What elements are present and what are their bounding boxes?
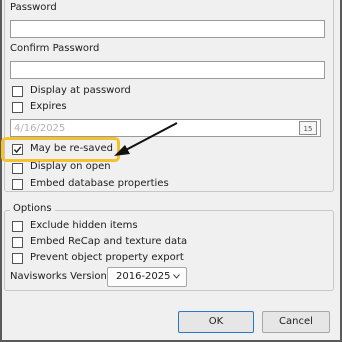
- prevent-export-label: Prevent object property export: [30, 252, 184, 263]
- may-be-resaved-checkbox[interactable]: [12, 144, 23, 155]
- cancel-button[interactable]: Cancel: [262, 311, 330, 333]
- confirm-password-label: Confirm Password: [10, 43, 100, 54]
- arrow-annotation-icon: [114, 122, 178, 156]
- exclude-hidden-checkbox[interactable]: [12, 221, 23, 232]
- embed-database-checkbox[interactable]: [12, 179, 23, 190]
- display-on-open-label: Display on open: [30, 161, 111, 172]
- confirm-password-field[interactable]: [10, 61, 325, 79]
- version-value: 2016-2025: [116, 271, 171, 282]
- options-legend: Options: [10, 203, 55, 214]
- version-select[interactable]: 2016-2025: [107, 267, 187, 287]
- expires-label: Expires: [30, 101, 67, 112]
- prevent-export-checkbox[interactable]: [12, 253, 23, 264]
- password-label: Password: [10, 2, 57, 13]
- expires-checkbox[interactable]: [12, 102, 23, 113]
- expiry-date-value: 4/16/2025: [14, 123, 66, 134]
- embed-recap-label: Embed ReCap and texture data: [30, 236, 188, 247]
- ok-button[interactable]: OK: [178, 311, 254, 333]
- chevron-down-icon: [173, 274, 180, 279]
- embed-database-label: Embed database properties: [30, 178, 169, 189]
- exclude-hidden-label: Exclude hidden items: [30, 220, 138, 231]
- window-frame-left: [0, 0, 2, 342]
- embed-recap-checkbox[interactable]: [12, 237, 23, 248]
- display-at-password-checkbox[interactable]: [12, 86, 23, 97]
- password-field[interactable]: [10, 20, 325, 38]
- version-label: Navisworks Version: [10, 271, 107, 282]
- calendar-icon[interactable]: 15: [299, 121, 317, 135]
- check-icon: [13, 146, 22, 154]
- display-at-password-label: Display at password: [30, 85, 131, 96]
- display-on-open-checkbox[interactable]: [12, 163, 23, 174]
